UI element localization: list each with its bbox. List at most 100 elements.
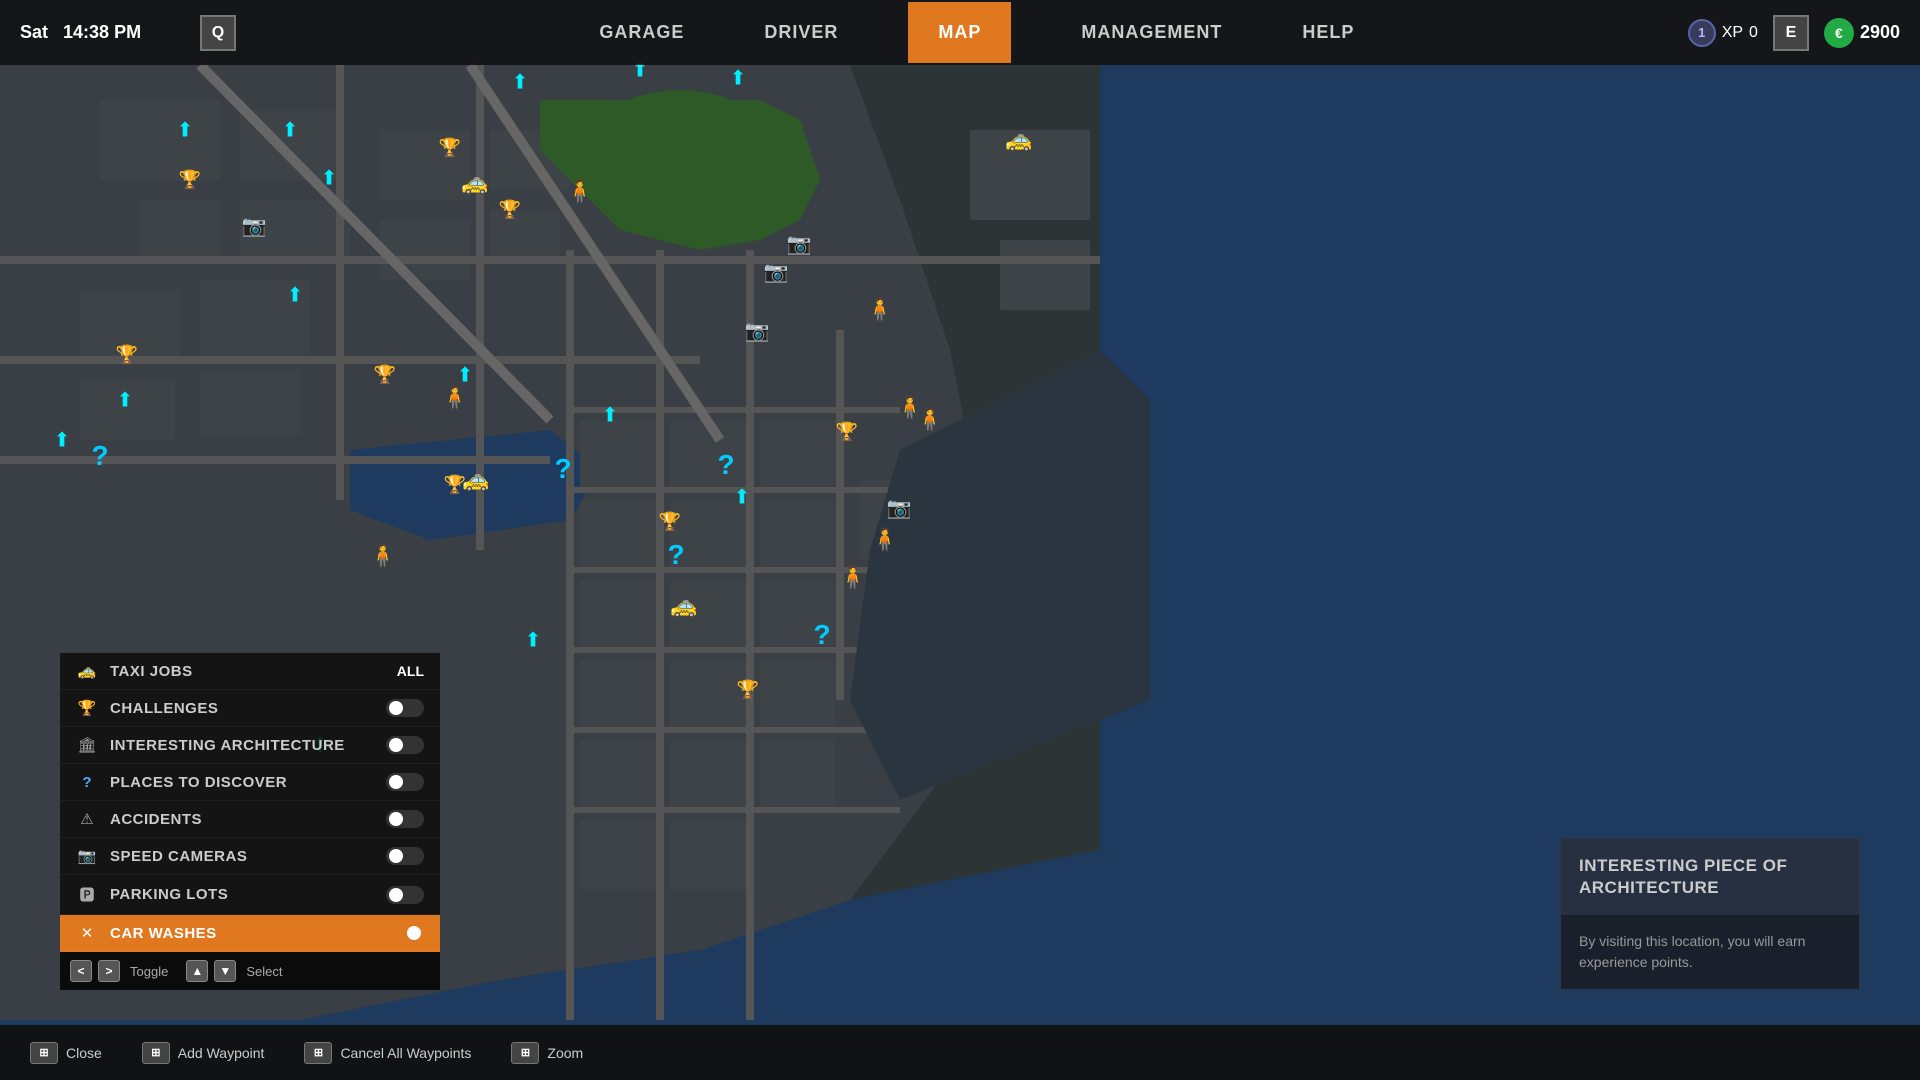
taxi-jobs-icon: 🚕 bbox=[76, 662, 98, 680]
marker-question[interactable]: ? bbox=[717, 449, 734, 481]
down-key[interactable]: ▼ bbox=[214, 960, 236, 982]
up-button[interactable]: ▲ bbox=[186, 960, 208, 982]
marker-cyan-pin[interactable]: ⬆ bbox=[287, 283, 304, 308]
top-navigation-bar: Sat 14:38 PM Q GARAGE DRIVER MAP MANAGEM… bbox=[0, 0, 1920, 65]
marker-trophy[interactable]: 🏆 bbox=[116, 345, 138, 366]
marker-cyan-pin[interactable]: ⬆ bbox=[730, 66, 747, 91]
accidents-toggle[interactable] bbox=[386, 810, 424, 828]
marker-cyan-pin[interactable]: ⬆ bbox=[734, 485, 751, 510]
menu-item-car-washes[interactable]: ✕ CAR WASHES bbox=[60, 915, 440, 952]
menu-item-taxi-jobs[interactable]: 🚕 TAXI JOBS ALL bbox=[60, 653, 440, 690]
marker-speed-camera[interactable]: 📷 bbox=[887, 496, 912, 521]
down-button[interactable]: ▼ bbox=[214, 960, 236, 982]
cancel-waypoints-label: Cancel All Waypoints bbox=[340, 1045, 471, 1061]
car-washes-toggle-knob bbox=[407, 926, 421, 940]
marker-cyan-pin[interactable]: ⬆ bbox=[525, 628, 542, 653]
close-action[interactable]: ⊞ Close bbox=[30, 1042, 102, 1064]
marker-cyan-pin[interactable]: ⬆ bbox=[54, 428, 71, 453]
parking-lots-toggle[interactable] bbox=[386, 886, 424, 904]
car-washes-toggle[interactable] bbox=[386, 924, 424, 942]
marker-trophy[interactable]: 🏆 bbox=[836, 422, 858, 443]
architecture-toggle-knob bbox=[389, 738, 403, 752]
add-waypoint-key[interactable]: ⊞ bbox=[142, 1042, 170, 1064]
currency-icon: € bbox=[1824, 18, 1854, 48]
challenges-toggle-knob bbox=[389, 701, 403, 715]
marker-cyan-pin[interactable]: ⬆ bbox=[321, 166, 338, 191]
parking-lots-label: PARKING LOTS bbox=[110, 886, 386, 903]
architecture-toggle[interactable] bbox=[386, 736, 424, 754]
marker-speed-camera[interactable]: 📷 bbox=[787, 232, 812, 257]
info-panel-description: By visiting this location, you will earn… bbox=[1561, 915, 1859, 989]
marker-person-green[interactable]: 🧍 bbox=[839, 565, 866, 591]
accidents-label: ACCIDENTS bbox=[110, 811, 386, 828]
prev-button[interactable]: < bbox=[70, 960, 92, 982]
close-key[interactable]: ⊞ bbox=[30, 1042, 58, 1064]
marker-cyan-pin[interactable]: ⬆ bbox=[457, 363, 474, 388]
marker-speed-camera[interactable]: 📷 bbox=[242, 214, 267, 239]
marker-trophy[interactable]: 🏆 bbox=[659, 512, 681, 533]
close-label: Close bbox=[66, 1045, 102, 1061]
menu-item-places[interactable]: ? PLACES TO DISCOVER bbox=[60, 764, 440, 801]
e-key-button[interactable]: E bbox=[1773, 15, 1809, 51]
marker-question[interactable]: ? bbox=[667, 539, 684, 571]
marker-cyan-pin[interactable]: ⬆ bbox=[282, 118, 299, 143]
cancel-waypoints-action[interactable]: ⊞ Cancel All Waypoints bbox=[304, 1042, 471, 1064]
topbar-right-section: 1 XP 0 E € 2900 bbox=[1688, 15, 1900, 51]
marker-cyan-pin[interactable]: ⬆ bbox=[602, 403, 619, 428]
marker-question[interactable]: ? bbox=[813, 619, 830, 651]
add-waypoint-action[interactable]: ⊞ Add Waypoint bbox=[142, 1042, 265, 1064]
marker-trophy[interactable]: 🏆 bbox=[737, 680, 759, 701]
marker-person-green[interactable]: 🧍 bbox=[369, 543, 396, 569]
prev-key[interactable]: < bbox=[70, 960, 92, 982]
marker-cyan-pin[interactable]: ⬆ bbox=[117, 388, 134, 413]
next-button[interactable]: > bbox=[98, 960, 120, 982]
menu-item-speed-cameras[interactable]: 📷 SPEED CAMERAS bbox=[60, 838, 440, 875]
menu-item-architecture[interactable]: 🏛 INTERESTING ARCHITECTURE bbox=[60, 727, 440, 764]
taxi-jobs-label: TAXI JOBS bbox=[110, 663, 397, 680]
nav-driver[interactable]: DRIVER bbox=[754, 2, 848, 63]
cancel-waypoints-key[interactable]: ⊞ bbox=[304, 1042, 332, 1064]
challenges-toggle[interactable] bbox=[386, 699, 424, 717]
marker-person-green[interactable]: 🧍 bbox=[871, 527, 898, 553]
marker-taxi[interactable]: 🚕 bbox=[1005, 127, 1032, 153]
nav-map[interactable]: MAP bbox=[908, 2, 1011, 63]
menu-item-challenges[interactable]: 🏆 CHALLENGES bbox=[60, 690, 440, 727]
menu-item-accidents[interactable]: ⚠ ACCIDENTS bbox=[60, 801, 440, 838]
parking-lots-icon: 🅿 bbox=[76, 884, 98, 905]
marker-trophy[interactable]: 🏆 bbox=[499, 200, 521, 221]
nav-management[interactable]: MANAGEMENT bbox=[1071, 2, 1232, 63]
marker-trophy[interactable]: 🏆 bbox=[179, 170, 201, 191]
marker-question[interactable]: ? bbox=[91, 440, 108, 472]
xp-label: XP bbox=[1722, 24, 1743, 42]
marker-person-green[interactable]: 🧍 bbox=[566, 179, 593, 205]
menu-item-parking-lots[interactable]: 🅿 PARKING LOTS bbox=[60, 875, 440, 915]
marker-taxi[interactable]: 🚕 bbox=[670, 593, 697, 619]
nav-garage[interactable]: GARAGE bbox=[589, 2, 694, 63]
q-key-button[interactable]: Q bbox=[200, 15, 236, 51]
marker-person-green[interactable]: 🧍 bbox=[866, 297, 893, 323]
places-toggle-knob bbox=[389, 775, 403, 789]
currency-display: € 2900 bbox=[1824, 18, 1900, 48]
marker-question[interactable]: ? bbox=[554, 453, 571, 485]
marker-speed-camera[interactable]: 📷 bbox=[745, 319, 770, 344]
nav-help[interactable]: HELP bbox=[1292, 2, 1364, 63]
marker-trophy[interactable]: 🏆 bbox=[374, 365, 396, 386]
zoom-key[interactable]: ⊞ bbox=[511, 1042, 539, 1064]
next-key[interactable]: > bbox=[98, 960, 120, 982]
up-key[interactable]: ▲ bbox=[186, 960, 208, 982]
clock-display: Sat 14:38 PM bbox=[20, 22, 180, 43]
zoom-action[interactable]: ⊞ Zoom bbox=[511, 1042, 583, 1064]
marker-person-green[interactable]: 🧍 bbox=[441, 385, 468, 411]
parking-lots-toggle-knob bbox=[389, 888, 403, 902]
marker-person-blue[interactable]: 🧍 bbox=[916, 407, 943, 433]
places-label: PLACES TO DISCOVER bbox=[110, 774, 386, 791]
places-toggle[interactable] bbox=[386, 773, 424, 791]
marker-taxi[interactable]: 🚕 bbox=[461, 170, 488, 196]
marker-trophy[interactable]: 🏆 bbox=[439, 138, 461, 159]
marker-taxi[interactable]: 🚕 bbox=[462, 467, 489, 493]
marker-cyan-pin[interactable]: ⬆ bbox=[177, 118, 194, 143]
xp-value: 0 bbox=[1749, 24, 1758, 42]
marker-speed-camera[interactable]: 📷 bbox=[764, 260, 789, 285]
speed-cameras-toggle[interactable] bbox=[386, 847, 424, 865]
marker-cyan-pin[interactable]: ⬆ bbox=[512, 70, 529, 95]
